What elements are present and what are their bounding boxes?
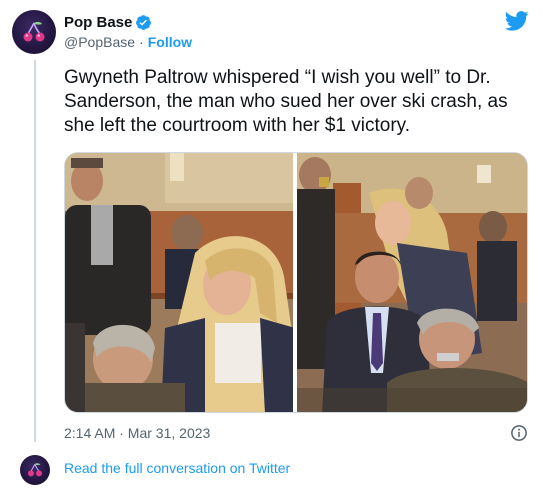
author-block: Pop Base @PopBase · Follow [64,12,192,51]
info-icon[interactable] [510,424,528,442]
tweet-media[interactable] [64,152,528,413]
thread-line [34,60,36,442]
courtroom-photo-left[interactable] [65,153,294,412]
footer-avatar[interactable] [20,455,50,485]
tweet-meta: 2:14 AM · Mar 31, 2023 [64,424,528,442]
cherry-logo-icon [28,463,42,477]
display-name[interactable]: Pop Base [64,14,132,31]
avatar[interactable] [12,10,56,54]
twitter-bird-icon[interactable] [505,10,529,32]
handle[interactable]: @PopBase [64,34,135,50]
tweet-embed: Pop Base @PopBase · Follow Gwyneth Paltr… [0,0,543,493]
separator-dot: · [139,34,144,50]
cherry-logo-icon [23,21,45,42]
verified-badge-icon [136,14,152,30]
courtroom-photo-right[interactable] [297,153,527,412]
follow-button[interactable]: Follow [148,34,192,50]
read-conversation-link[interactable]: Read the full conversation on Twitter [64,460,290,476]
tweet-text: Gwyneth Paltrow whispered “I wish you we… [64,67,508,136]
timestamp[interactable]: 2:14 AM · Mar 31, 2023 [64,425,210,441]
